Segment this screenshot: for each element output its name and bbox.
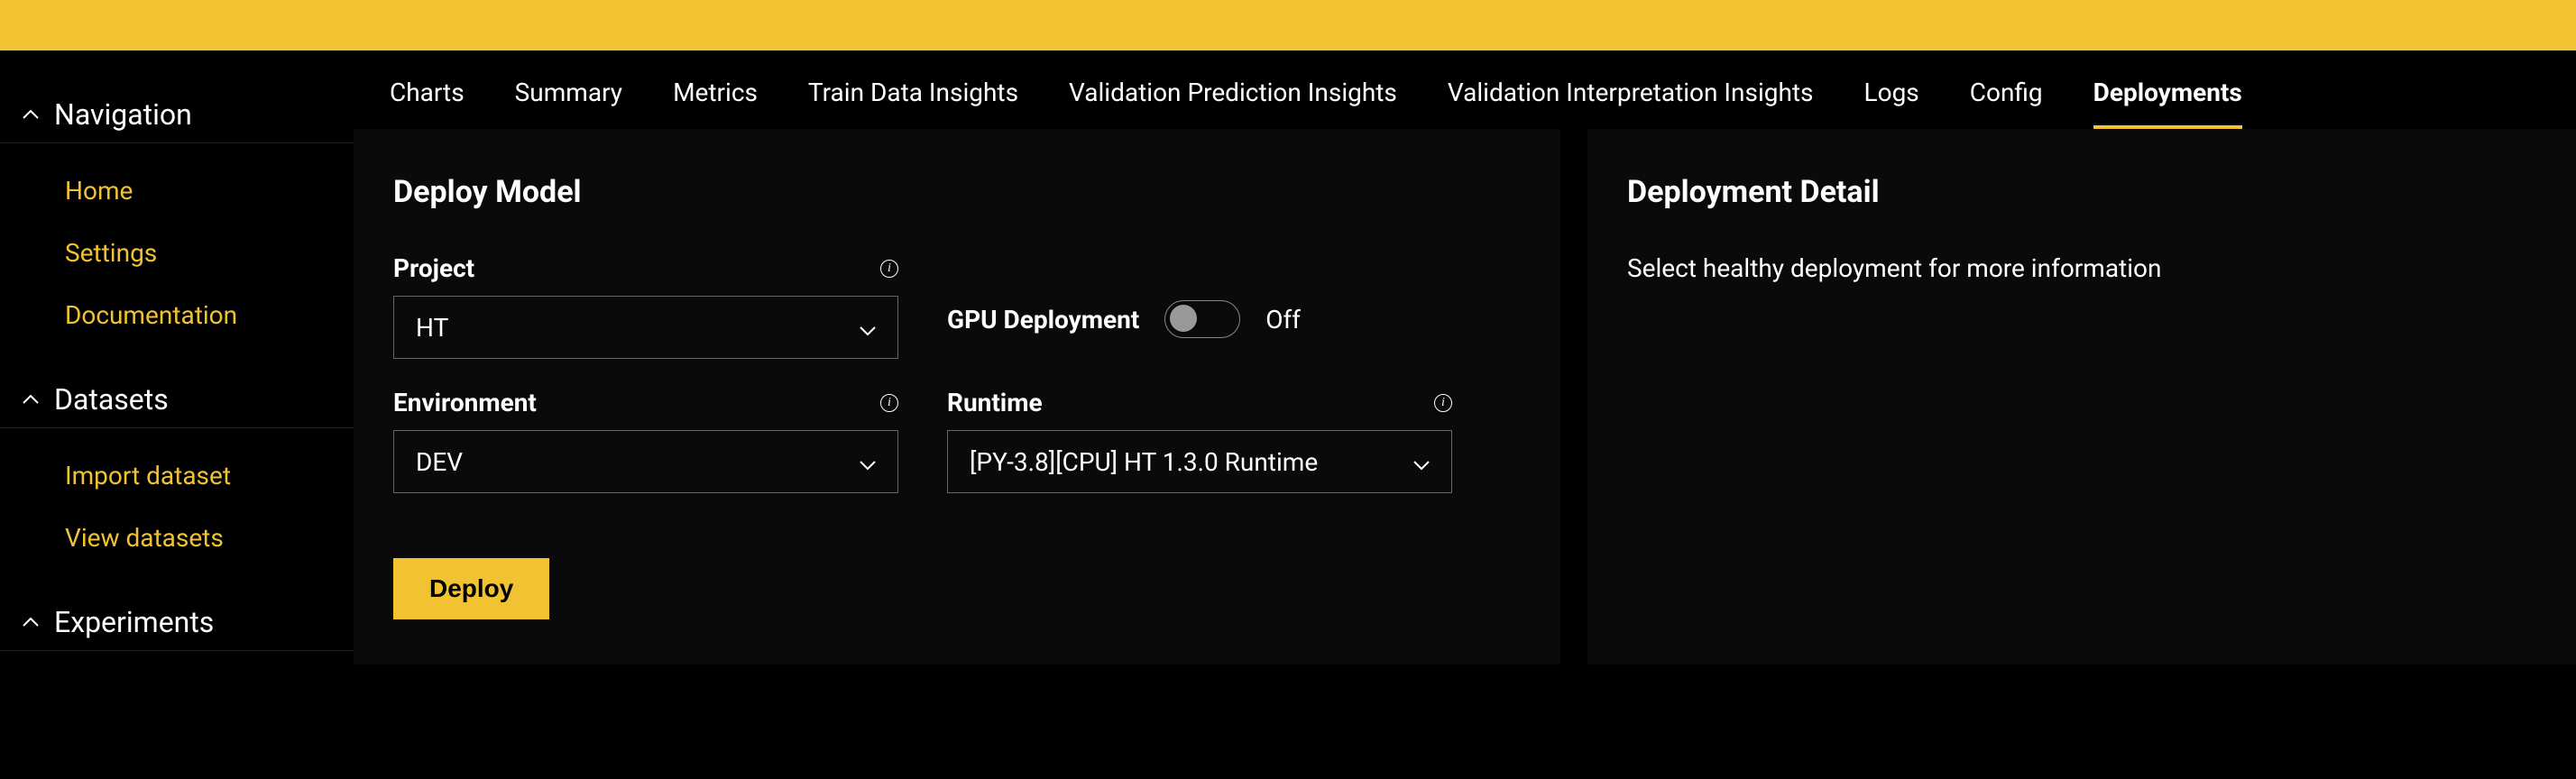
chevron-down-icon [860,313,876,343]
sidebar-title: Experiments [54,605,214,639]
label-runtime: Runtime [947,388,1043,417]
label-gpu: GPU Deployment [947,305,1139,335]
sidebar-item-home[interactable]: Home [0,160,354,222]
select-value: HT [416,313,448,343]
toggle-knob [1170,305,1197,332]
tab-metrics[interactable]: Metrics [673,78,758,129]
tab-train-data-insights[interactable]: Train Data Insights [808,78,1018,129]
tab-summary[interactable]: Summary [515,78,622,129]
sidebar-title: Datasets [54,382,169,417]
select-runtime[interactable]: [PY-3.8][CPU] HT 1.3.0 Runtime [947,430,1452,493]
sidebar-item-view-datasets[interactable]: View datasets [0,507,354,569]
sidebar-header-navigation[interactable]: Navigation [0,87,354,143]
deploy-button[interactable]: Deploy [393,558,549,619]
sidebar-section-datasets: Datasets Import dataset View datasets [0,371,354,585]
toggle-state: Off [1265,305,1301,335]
detail-text: Select healthy deployment for more infor… [1627,253,2536,283]
top-bar [0,0,2576,50]
tab-config[interactable]: Config [1970,78,2043,129]
label-environment: Environment [393,388,537,417]
chevron-down-icon [860,447,876,477]
select-environment[interactable]: DEV [393,430,898,493]
sidebar-item-import-dataset[interactable]: Import dataset [0,444,354,507]
label-project: Project [393,253,474,283]
toggle-gpu[interactable] [1164,300,1240,338]
sidebar-section-experiments: Experiments [0,594,354,651]
select-project[interactable]: HT [393,296,898,359]
tabs: Charts Summary Metrics Train Data Insigh… [354,50,2576,129]
select-value: DEV [416,447,463,477]
info-icon[interactable]: i [880,260,898,278]
chevron-up-icon [22,394,40,405]
info-icon[interactable]: i [880,394,898,412]
main: Charts Summary Metrics Train Data Insigh… [354,50,2576,779]
sidebar-title: Navigation [54,97,192,132]
form-group-runtime: Runtime i [PY-3.8][CPU] HT 1.3.0 Runtime [947,388,1452,493]
chevron-up-icon [22,109,40,120]
tab-charts[interactable]: Charts [390,78,465,129]
tab-validation-prediction-insights[interactable]: Validation Prediction Insights [1069,78,1397,129]
select-value: [PY-3.8][CPU] HT 1.3.0 Runtime [970,447,1318,477]
chevron-up-icon [22,617,40,628]
form-group-project: Project i HT [393,253,898,359]
info-icon[interactable]: i [1434,394,1452,412]
sidebar-header-datasets[interactable]: Datasets [0,371,354,428]
sidebar-item-documentation[interactable]: Documentation [0,284,354,346]
deployment-detail-panel: Deployment Detail Select healthy deploym… [1587,129,2576,664]
sidebar-header-experiments[interactable]: Experiments [0,594,354,651]
form-group-environment: Environment i DEV [393,388,898,493]
tab-deployments[interactable]: Deployments [2093,78,2242,129]
panel-title-deploy: Deploy Model [393,174,1521,210]
panel-title-detail: Deployment Detail [1627,174,2536,210]
sidebar-section-navigation: Navigation Home Settings Documentation [0,87,354,362]
sidebar-item-settings[interactable]: Settings [0,222,354,284]
deploy-model-panel: Deploy Model Project i HT [354,129,1560,664]
form-group-gpu: GPU Deployment Off [947,253,1301,359]
tab-logs[interactable]: Logs [1864,78,1919,129]
tab-validation-interpretation-insights[interactable]: Validation Interpretation Insights [1448,78,1814,129]
chevron-down-icon [1413,447,1430,477]
sidebar: Navigation Home Settings Documentation D… [0,50,354,779]
